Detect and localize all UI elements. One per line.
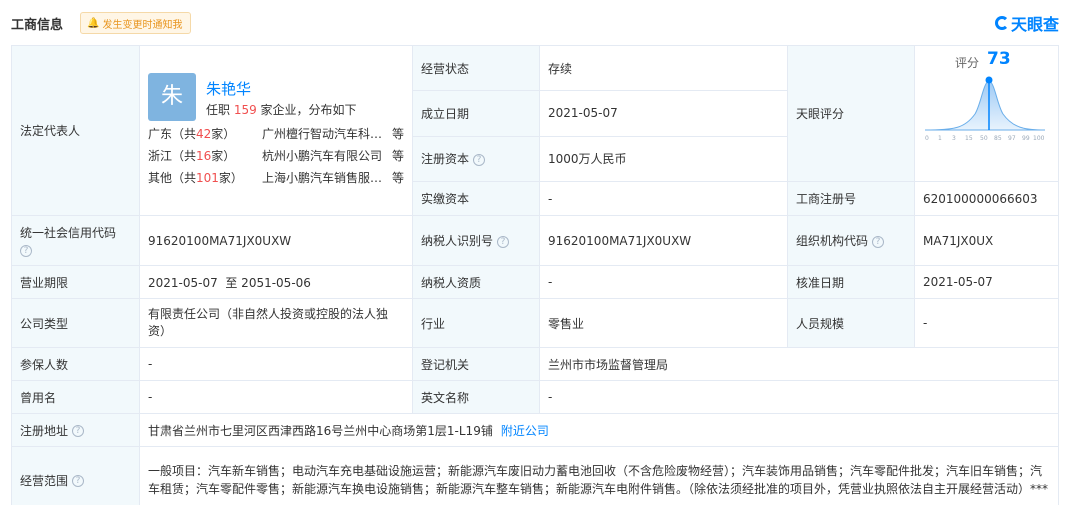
- paid-capital-label: 实缴资本: [412, 181, 540, 216]
- province-row: 广东（共42家） 广州檀行智动汽车科… 等: [148, 125, 408, 143]
- tyc-score-label: 天眼评分: [787, 45, 915, 182]
- summary-prefix: 任职: [206, 102, 234, 117]
- more-label[interactable]: 等: [392, 169, 404, 186]
- credit-code-label: 统一社会信用代码?: [11, 215, 140, 266]
- status-value: 存续: [539, 44, 788, 92]
- svg-text:1: 1: [938, 135, 942, 142]
- nearby-companies-link[interactable]: 附近公司: [501, 424, 549, 438]
- svg-text:3: 3: [952, 135, 956, 142]
- taxpayer-id-value: 91620100MA71JX0UXW: [539, 215, 788, 266]
- score-marker-icon: [985, 76, 993, 84]
- former-name-value: -: [139, 380, 413, 414]
- help-icon[interactable]: ?: [872, 235, 885, 248]
- reg-no-value: 620100000066603: [914, 181, 1059, 216]
- svg-text:85: 85: [994, 135, 1002, 142]
- svg-text:97: 97: [1008, 135, 1016, 142]
- term-label: 营业期限: [11, 265, 140, 299]
- established-label: 成立日期: [412, 90, 540, 137]
- legal-rep-name[interactable]: 朱艳华: [206, 78, 251, 99]
- help-icon[interactable]: ?: [20, 245, 32, 257]
- more-label[interactable]: 等: [392, 125, 404, 142]
- english-name-value: -: [539, 380, 1059, 414]
- company-type-value: 有限责任公司（非自然人投资或控股的法人独资）: [139, 298, 413, 348]
- established-value: 2021-05-07: [539, 90, 788, 137]
- notify-button[interactable]: 🔔 发生变更时通知我: [80, 12, 192, 34]
- province-count[interactable]: 101: [196, 171, 219, 185]
- svg-text:99: 99: [1022, 135, 1030, 142]
- industry-label: 行业: [412, 298, 540, 348]
- avatar[interactable]: 朱: [148, 72, 196, 121]
- legal-rep-cell: 朱 朱艳华 任职 159 家企业，分布如下 广东（共42家） 广州檀行智动汽车科…: [139, 45, 413, 216]
- tianyancha-logo-icon: [994, 16, 1009, 30]
- reg-capital-value: 1000万人民币: [539, 135, 788, 183]
- scope-label: 经营范围?: [11, 446, 140, 505]
- brand-name: 天眼查: [1010, 15, 1059, 34]
- insured-label: 参保人数: [11, 347, 140, 381]
- former-name-label: 曾用名: [11, 380, 140, 414]
- org-code-value: MA71JX0UX: [914, 215, 1059, 266]
- summary-count[interactable]: 159: [234, 103, 257, 117]
- taxpayer-qual-label: 纳税人资质: [412, 265, 540, 299]
- province-label: 广东（共42家）: [148, 126, 236, 141]
- province-row: 其他（共101家） 上海小鹏汽车销售服… 等: [148, 169, 408, 187]
- industry-value: 零售业: [539, 298, 788, 348]
- address-value: 甘肃省兰州市七里河区西津西路16号兰州中心商场第1层1-L19铺 附近公司: [139, 413, 1059, 447]
- address-label: 注册地址?: [11, 413, 140, 447]
- insured-value: -: [139, 347, 413, 381]
- help-icon[interactable]: ?: [72, 475, 85, 487]
- scope-value: 一般项目：汽车新车销售；电动汽车充电基础设施运营；新能源汽车废旧动力蓄电池回收（…: [139, 446, 1059, 505]
- company-link[interactable]: 上海小鹏汽车销售服…: [262, 169, 386, 186]
- reg-no-label: 工商注册号: [787, 181, 915, 216]
- approval-date-label: 核准日期: [787, 265, 915, 299]
- province-count[interactable]: 42: [196, 127, 211, 141]
- reg-authority-label: 登记机关: [412, 347, 540, 381]
- province-count[interactable]: 16: [196, 149, 211, 163]
- score-value: 73: [987, 49, 1011, 69]
- address-text: 甘肃省兰州市七里河区西津西路16号兰州中心商场第1层1-L19铺: [148, 423, 493, 438]
- svg-text:0: 0: [925, 135, 929, 142]
- province-label: 其他（共101家）: [148, 170, 243, 185]
- taxpayer-id-label: 纳税人识别号?: [412, 215, 540, 266]
- legal-rep-summary: 任职 159 家企业，分布如下: [206, 101, 357, 118]
- section-title: 工商信息: [11, 18, 64, 33]
- more-label[interactable]: 等: [392, 147, 404, 164]
- svg-text:15: 15: [965, 135, 973, 142]
- taxpayer-qual-value: -: [539, 265, 788, 299]
- staff-size-value: -: [914, 298, 1059, 348]
- english-name-label: 英文名称: [412, 380, 540, 414]
- legal-rep-label: 法定代表人: [11, 45, 140, 216]
- tyc-score-cell[interactable]: 评分 73 0 1 3 15 50 85 97 99 100: [914, 45, 1059, 182]
- brand-logo[interactable]: 天眼查: [994, 11, 1059, 35]
- reg-authority-value: 兰州市市场监督管理局: [539, 347, 1059, 381]
- province-label: 浙江（共16家）: [148, 148, 236, 163]
- credit-code-value: 91620100MA71JX0UXW: [139, 215, 413, 266]
- company-link[interactable]: 广州檀行智动汽车科…: [262, 125, 386, 142]
- notify-label: 发生变更时通知我: [102, 19, 183, 31]
- summary-suffix: 家企业，分布如下: [256, 102, 357, 117]
- org-code-label: 组织机构代码?: [787, 215, 915, 266]
- section-header: 工商信息 🔔 发生变更时通知我 天眼查: [0, 0, 1069, 44]
- help-icon[interactable]: ?: [473, 153, 486, 166]
- province-row: 浙江（共16家） 杭州小鹏汽车有限公司 等: [148, 147, 408, 165]
- company-type-label: 公司类型: [11, 298, 140, 348]
- reg-capital-label: 注册资本?: [412, 135, 540, 183]
- status-label: 经营状态: [412, 44, 540, 92]
- approval-date-value: 2021-05-07: [914, 265, 1059, 299]
- svg-text:50: 50: [980, 135, 988, 142]
- svg-text:100: 100: [1033, 135, 1045, 142]
- score-distribution-chart: 0 1 3 15 50 85 97 99 100: [925, 76, 1046, 142]
- help-icon[interactable]: ?: [72, 425, 85, 437]
- help-icon[interactable]: ?: [497, 235, 510, 248]
- paid-capital-value: -: [539, 181, 788, 216]
- score-axis: 0 1 3 15 50 85 97 99 100: [925, 135, 1045, 142]
- score-caption: 评分: [955, 56, 980, 70]
- term-value: 2021-05-07 至 2051-05-06: [139, 265, 413, 299]
- staff-size-label: 人员规模: [787, 298, 915, 348]
- business-info-table: 法定代表人 朱 朱艳华 任职 159 家企业，分布如下 广东（共42家） 广州檀…: [11, 44, 1059, 505]
- bell-icon: 🔔: [87, 17, 100, 29]
- company-link[interactable]: 杭州小鹏汽车有限公司: [262, 147, 386, 164]
